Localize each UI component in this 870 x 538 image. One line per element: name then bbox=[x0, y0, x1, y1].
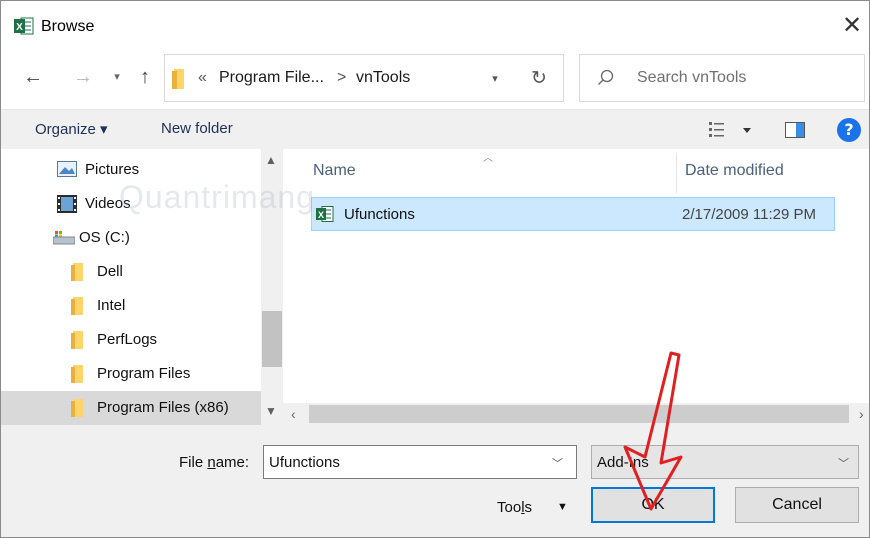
scroll-right-icon[interactable]: › bbox=[859, 406, 864, 422]
file-name-input[interactable]: Ufunctions ﹀ bbox=[263, 445, 577, 479]
breadcrumb-overflow[interactable]: « bbox=[198, 69, 207, 87]
navigation-bar: ← → ▾ ↑ « Program File... > vnTools ▾ ↻ … bbox=[1, 51, 869, 109]
folder-icon bbox=[71, 297, 83, 315]
sort-ascending-icon: ︿ bbox=[483, 153, 493, 164]
browse-dialog: X Browse ✕ ← → ▾ ↑ « Program File... > v… bbox=[0, 0, 870, 538]
nav-item-label: Program Files (x86) bbox=[97, 399, 229, 416]
nav-item-perflogs[interactable]: PerfLogs bbox=[1, 323, 261, 357]
nav-item-os-c[interactable]: OS (C:) bbox=[1, 221, 261, 255]
svg-text:X: X bbox=[16, 22, 23, 33]
nav-item-label: Program Files bbox=[97, 365, 191, 382]
help-button[interactable]: ? bbox=[837, 118, 861, 142]
search-icon bbox=[598, 69, 614, 85]
chevron-down-icon: ﹀ bbox=[838, 458, 849, 470]
column-header-date-modified[interactable]: Date modified bbox=[685, 149, 784, 193]
search-field[interactable]: Search vnTools bbox=[579, 54, 865, 102]
up-arrow-icon: ↑ bbox=[140, 66, 150, 88]
breadcrumb-program-files[interactable]: Program File... bbox=[219, 69, 324, 87]
up-button[interactable]: ↑ bbox=[133, 63, 157, 91]
file-type-select[interactable]: Add-Ins ﹀ bbox=[591, 445, 859, 479]
tools-button[interactable]: Tools ▼ bbox=[487, 491, 587, 525]
folder-icon bbox=[71, 399, 83, 417]
folder-icon bbox=[71, 331, 83, 349]
pictures-icon bbox=[57, 161, 77, 177]
scrollbar-thumb[interactable] bbox=[309, 405, 849, 423]
chevron-down-icon[interactable]: ﹀ bbox=[552, 455, 563, 471]
refresh-icon: ↻ bbox=[531, 68, 547, 89]
scroll-up-icon[interactable]: ▲ bbox=[265, 153, 277, 167]
scroll-down-icon[interactable]: ▼ bbox=[265, 404, 277, 418]
view-options-icon[interactable] bbox=[707, 120, 755, 140]
back-arrow-icon: ← bbox=[23, 66, 43, 88]
folder-icon bbox=[71, 365, 83, 383]
nav-item-label: Pictures bbox=[85, 161, 140, 178]
preview-pane-icon[interactable] bbox=[785, 122, 805, 138]
file-type-value: Add-Ins bbox=[597, 454, 649, 471]
refresh-button[interactable]: ↻ bbox=[521, 65, 557, 93]
breadcrumb-vntools[interactable]: vnTools bbox=[356, 69, 410, 87]
tools-label: Tools bbox=[497, 499, 533, 516]
folder-icon bbox=[71, 263, 83, 281]
back-button[interactable]: ← bbox=[21, 63, 45, 91]
chevron-down-icon: ▾ bbox=[114, 71, 120, 83]
videos-icon bbox=[57, 195, 77, 213]
address-dropdown-button[interactable]: ▾ bbox=[485, 69, 505, 89]
forward-arrow-icon: → bbox=[73, 66, 93, 88]
file-name: Ufunctions bbox=[344, 206, 415, 223]
folder-icon bbox=[172, 69, 184, 89]
new-folder-button[interactable]: New folder bbox=[161, 120, 233, 137]
organize-button[interactable]: Organize ▾ bbox=[35, 120, 108, 138]
nav-item-label: Intel bbox=[97, 297, 126, 314]
column-divider[interactable] bbox=[676, 153, 677, 193]
breadcrumb-separator[interactable]: > bbox=[337, 69, 346, 87]
drive-icon bbox=[53, 231, 75, 245]
command-bar: Organize ▾ New folder ? bbox=[1, 109, 869, 149]
search-placeholder: Search vnTools bbox=[637, 69, 747, 86]
watermark-logo: Quantrimang bbox=[119, 179, 349, 225]
scrollbar-thumb[interactable] bbox=[262, 311, 282, 367]
file-list-scrollbar[interactable]: ‹ › bbox=[283, 403, 869, 425]
cancel-button[interactable]: Cancel bbox=[735, 487, 859, 523]
nav-item-dell[interactable]: Dell bbox=[1, 255, 261, 289]
scroll-left-icon[interactable]: ‹ bbox=[291, 406, 296, 422]
forward-button[interactable]: → bbox=[71, 63, 95, 91]
close-button[interactable]: ✕ bbox=[835, 9, 869, 43]
nav-item-label: Dell bbox=[97, 263, 123, 280]
file-name-label: File name: bbox=[179, 454, 250, 471]
nav-item-intel[interactable]: Intel bbox=[1, 289, 261, 323]
file-row-ufunctions[interactable]: X Ufunctions 2/17/2009 11:29 PM bbox=[311, 197, 835, 231]
nav-item-program-files[interactable]: Program Files bbox=[1, 357, 261, 391]
ok-button[interactable]: OK bbox=[591, 487, 715, 523]
watermark-text: Quantrimang bbox=[119, 179, 315, 215]
excel-icon: X bbox=[14, 17, 34, 35]
chevron-down-icon: ▾ bbox=[492, 73, 498, 85]
file-name-value: Ufunctions bbox=[269, 454, 340, 471]
file-date-modified: 2/17/2009 11:29 PM bbox=[682, 206, 816, 223]
dropdown-arrow-icon: ▼ bbox=[557, 501, 568, 513]
recent-locations-button[interactable]: ▾ bbox=[109, 63, 125, 91]
nav-item-label: PerfLogs bbox=[97, 331, 158, 348]
window-title: Browse bbox=[41, 18, 95, 35]
file-list: ︿ Name Date modified X Ufunctions 2/17/2… bbox=[283, 149, 869, 425]
nav-item-label: OS (C:) bbox=[79, 229, 130, 246]
title-bar: X Browse ✕ bbox=[1, 1, 869, 51]
nav-item-program-files-x86[interactable]: Program Files (x86) bbox=[1, 391, 261, 425]
close-icon: ✕ bbox=[841, 12, 863, 39]
address-bar[interactable]: « Program File... > vnTools ▾ ↻ bbox=[164, 54, 564, 102]
